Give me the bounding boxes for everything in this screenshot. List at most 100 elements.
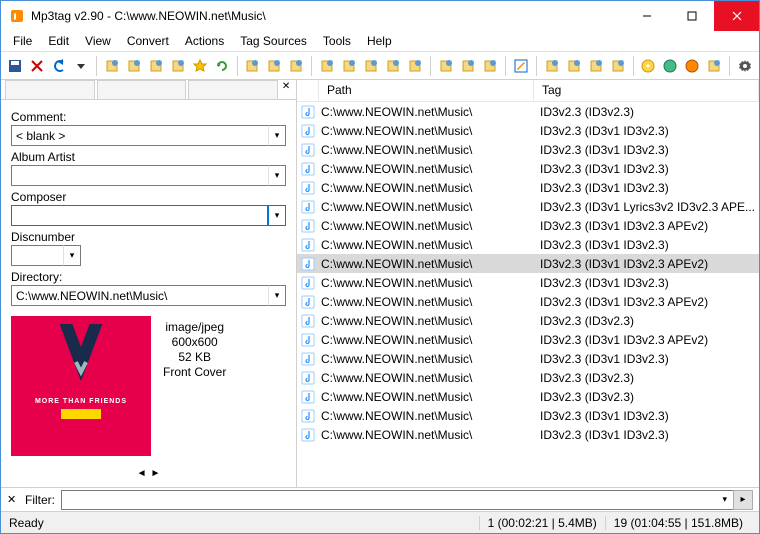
table-row[interactable]: C:\www.NEOWIN.net\Music\ID3v2.3 (ID3v1 I…	[297, 273, 759, 292]
dropdown-icon[interactable]	[71, 55, 91, 77]
maximize-button[interactable]	[669, 1, 714, 31]
tag-filename-icon[interactable]	[317, 55, 337, 77]
col-tag[interactable]: Tag	[534, 80, 759, 101]
comment-input[interactable]	[11, 125, 268, 146]
filename-tag-icon[interactable]	[339, 55, 359, 77]
disc-icon[interactable]	[638, 55, 658, 77]
menu-help[interactable]: Help	[359, 32, 400, 50]
actions-icon[interactable]	[436, 55, 456, 77]
filter-input[interactable]	[61, 490, 738, 510]
table-row[interactable]: C:\www.NEOWIN.net\Music\ID3v2.3 (ID3v1 I…	[297, 159, 759, 178]
minimize-button[interactable]	[624, 1, 669, 31]
music-file-icon	[297, 181, 319, 195]
list-body[interactable]: C:\www.NEOWIN.net\Music\ID3v2.3 (ID3v2.3…	[297, 102, 759, 487]
panel-tab[interactable]	[5, 80, 95, 99]
delete-icon[interactable]	[27, 55, 47, 77]
highlight-icon[interactable]	[286, 55, 306, 77]
menu-view[interactable]: View	[77, 32, 119, 50]
music-file-icon	[297, 390, 319, 404]
composer-combo[interactable]: ▾	[11, 205, 286, 226]
table-row[interactable]: C:\www.NEOWIN.net\Music\ID3v2.3 (ID3v1 I…	[297, 121, 759, 140]
discnumber-combo[interactable]: ▾	[11, 245, 81, 266]
cover-icon[interactable]	[682, 55, 702, 77]
favorites-icon[interactable]	[190, 55, 210, 77]
close-button[interactable]	[714, 1, 759, 31]
panel-tab[interactable]	[188, 80, 278, 99]
table-row[interactable]: C:\www.NEOWIN.net\Music\ID3v2.3 (ID3v1 I…	[297, 216, 759, 235]
menu-file[interactable]: File	[5, 32, 40, 50]
discnumber-input[interactable]	[11, 245, 63, 266]
copy-tag-icon[interactable]	[564, 55, 584, 77]
cell-path: C:\www.NEOWIN.net\Music\	[319, 219, 534, 233]
menu-convert[interactable]: Convert	[119, 32, 177, 50]
menu-actions[interactable]: Actions	[177, 32, 232, 50]
apply-filter-button[interactable]: ▸	[733, 490, 753, 510]
col-icon[interactable]	[297, 80, 319, 101]
tag-to-text-icon[interactable]	[405, 55, 425, 77]
music-file-icon	[297, 314, 319, 328]
table-row[interactable]: C:\www.NEOWIN.net\Music\ID3v2.3 (ID3v1 I…	[297, 425, 759, 444]
add-folder-icon[interactable]	[124, 55, 144, 77]
panel-tab[interactable]	[97, 80, 187, 99]
table-row[interactable]: C:\www.NEOWIN.net\Music\ID3v2.3 (ID3v1 I…	[297, 178, 759, 197]
dropdown-icon[interactable]: ▾	[268, 285, 286, 306]
remove-tag-icon[interactable]	[608, 55, 628, 77]
table-row[interactable]: C:\www.NEOWIN.net\Music\ID3v2.3 (ID3v1 I…	[297, 235, 759, 254]
table-row[interactable]: C:\www.NEOWIN.net\Music\ID3v2.3 (ID3v1 I…	[297, 349, 759, 368]
list-header: Path Tag	[297, 80, 759, 102]
col-path[interactable]: Path	[319, 80, 534, 101]
table-row[interactable]: C:\www.NEOWIN.net\Music\ID3v2.3 (ID3v2.3…	[297, 387, 759, 406]
dropdown-small-icon[interactable]	[480, 55, 500, 77]
save-all-icon[interactable]	[168, 55, 188, 77]
albumartist-combo[interactable]: ▾	[11, 165, 286, 186]
next-cover-icon[interactable]: ►	[151, 468, 161, 479]
dropdown-icon[interactable]: ▾	[268, 165, 286, 186]
cover-area: MORE THAN FRIENDS image/jpeg 600x600 52 …	[11, 316, 286, 461]
table-row[interactable]: C:\www.NEOWIN.net\Music\ID3v2.3 (ID3v1 I…	[297, 406, 759, 425]
settings-icon[interactable]	[735, 55, 755, 77]
web-icon[interactable]	[660, 55, 680, 77]
dropdown-icon[interactable]: ▾	[268, 205, 286, 226]
cell-path: C:\www.NEOWIN.net\Music\	[319, 238, 534, 252]
table-row[interactable]: C:\www.NEOWIN.net\Music\ID3v2.3 (ID3v2.3…	[297, 311, 759, 330]
table-row[interactable]: C:\www.NEOWIN.net\Music\ID3v2.3 (ID3v1 I…	[297, 140, 759, 159]
save-icon[interactable]	[5, 55, 25, 77]
directory-input[interactable]	[11, 285, 268, 306]
menu-edit[interactable]: Edit	[40, 32, 77, 50]
case-icon[interactable]	[458, 55, 478, 77]
clear-filter-icon[interactable]: ✕	[7, 493, 19, 506]
panel-tabs: ✕	[1, 80, 296, 100]
list-icon[interactable]	[242, 55, 262, 77]
text-to-tag-icon[interactable]	[383, 55, 403, 77]
cell-path: C:\www.NEOWIN.net\Music\	[319, 200, 534, 214]
table-row[interactable]: C:\www.NEOWIN.net\Music\ID3v2.3 (ID3v1 I…	[297, 292, 759, 311]
table-row[interactable]: C:\www.NEOWIN.net\Music\ID3v2.3 (ID3v2.3…	[297, 102, 759, 121]
refresh-icon[interactable]	[212, 55, 232, 77]
paste-tag-icon[interactable]	[586, 55, 606, 77]
table-row[interactable]: C:\www.NEOWIN.net\Music\ID3v2.3 (ID3v2.3…	[297, 368, 759, 387]
table-row[interactable]: C:\www.NEOWIN.net\Music\ID3v2.3 (ID3v1 I…	[297, 330, 759, 349]
undo-icon[interactable]	[49, 55, 69, 77]
save-playlist-icon[interactable]	[146, 55, 166, 77]
directory-combo[interactable]: ▾	[11, 285, 286, 306]
cut-tag-icon[interactable]	[542, 55, 562, 77]
list-numbered-icon[interactable]	[264, 55, 284, 77]
filter-dropdown-icon[interactable]: ▾	[722, 494, 727, 505]
comment-combo[interactable]: ▾	[11, 125, 286, 146]
menu-tag-sources[interactable]: Tag Sources	[232, 32, 315, 50]
toolbar-separator	[505, 56, 506, 76]
prev-cover-icon[interactable]: ◄	[137, 468, 147, 479]
tag-to-tag-icon[interactable]	[361, 55, 381, 77]
menu-tools[interactable]: Tools	[315, 32, 359, 50]
table-row[interactable]: C:\www.NEOWIN.net\Music\ID3v2.3 (ID3v1 L…	[297, 197, 759, 216]
dropdown-icon[interactable]: ▾	[63, 245, 81, 266]
table-row[interactable]: C:\www.NEOWIN.net\Music\ID3v2.3 (ID3v1 I…	[297, 254, 759, 273]
close-panel-icon[interactable]: ✕	[280, 80, 292, 92]
dropdown-icon[interactable]: ▾	[268, 125, 286, 146]
dropdown-small2-icon[interactable]	[704, 55, 724, 77]
open-folder-icon[interactable]	[102, 55, 122, 77]
album-cover[interactable]: MORE THAN FRIENDS	[11, 316, 151, 456]
albumartist-input[interactable]	[11, 165, 268, 186]
edit-icon[interactable]	[511, 55, 531, 77]
composer-input[interactable]	[11, 205, 268, 226]
